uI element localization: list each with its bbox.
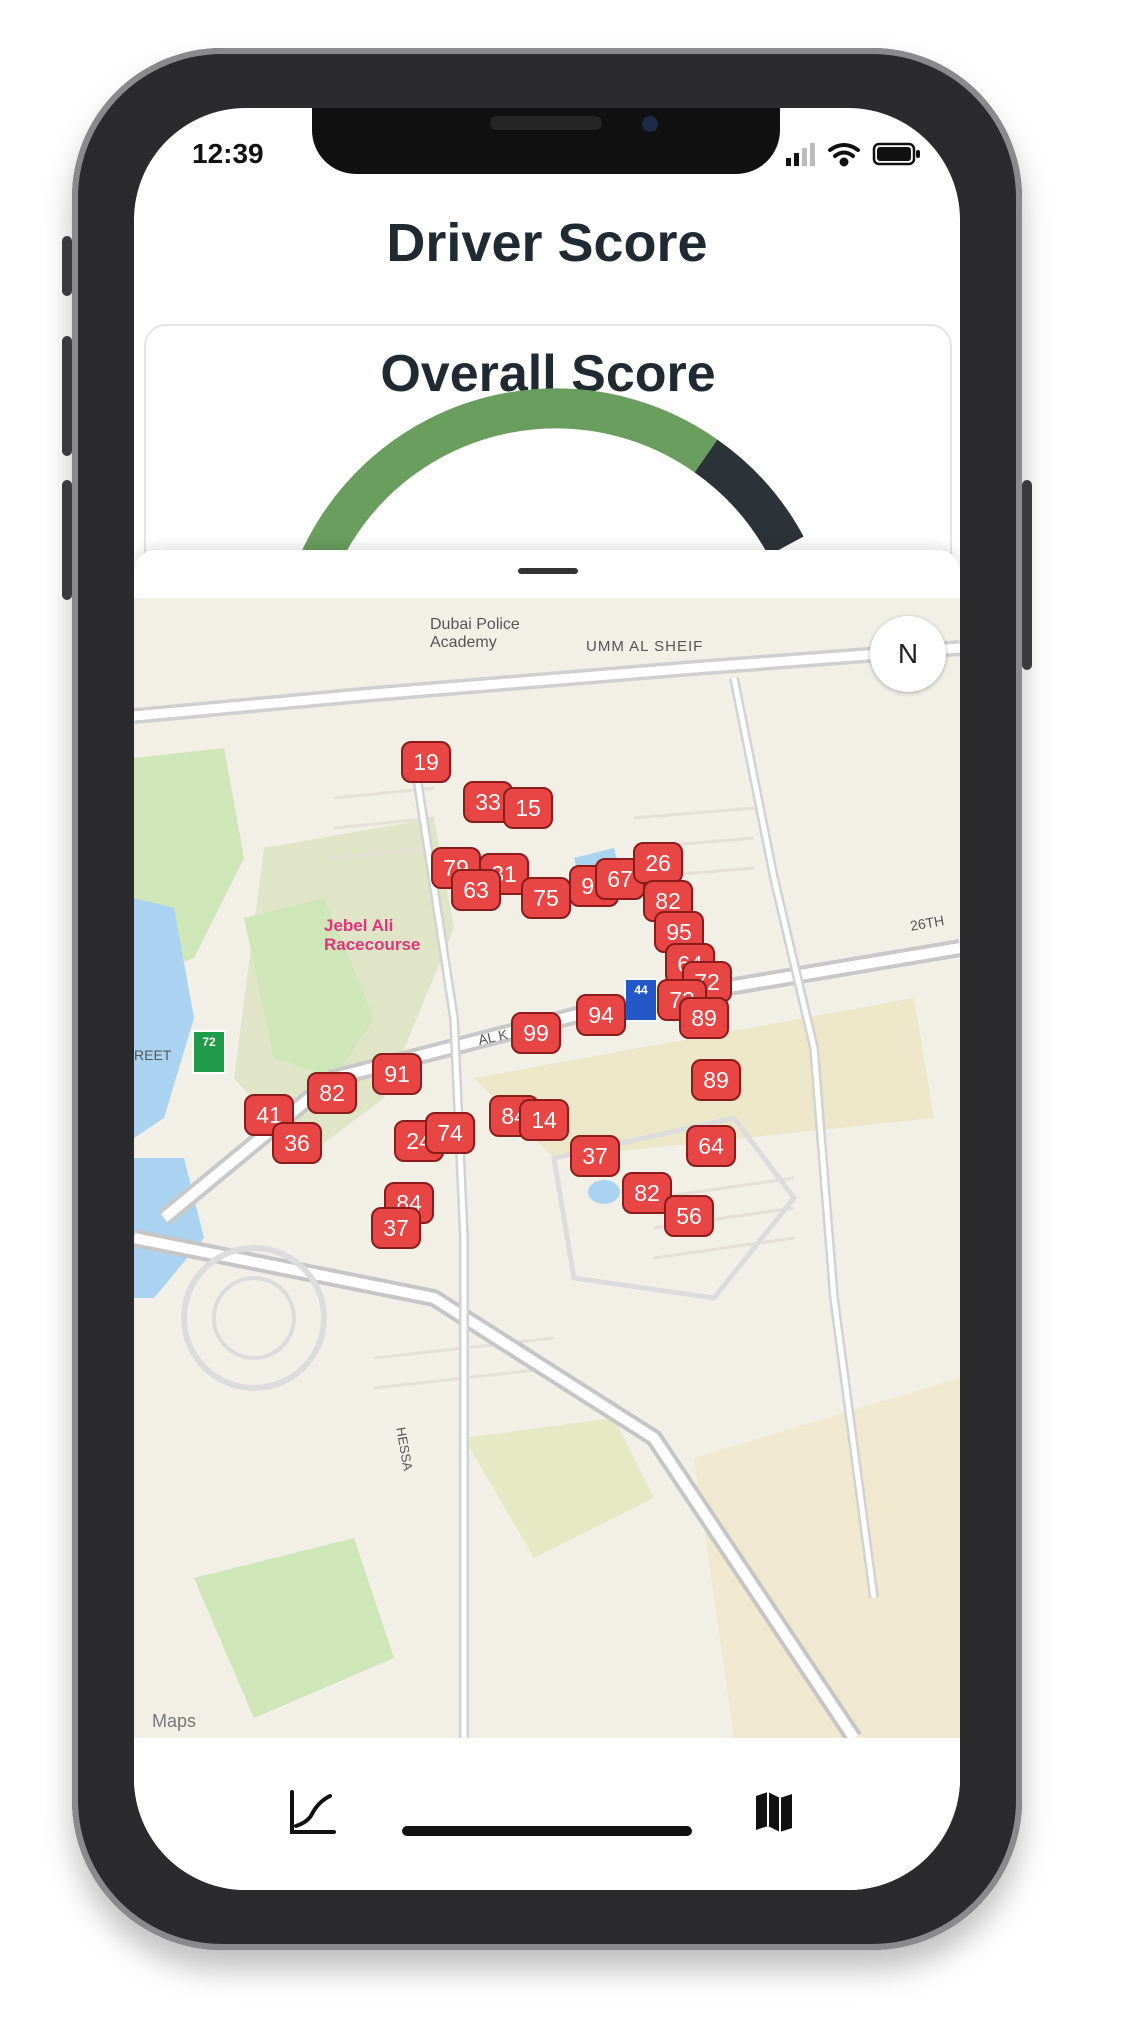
map-icon[interactable] [744, 1782, 804, 1842]
score-marker[interactable]: 75 [521, 877, 571, 919]
map-background [134, 640, 960, 1738]
score-marker[interactable]: 15 [503, 787, 553, 829]
label-racecourse[interactable]: Jebel Ali Racecourse [324, 916, 420, 954]
score-marker[interactable]: 91 [372, 1053, 422, 1095]
score-marker[interactable]: 26 [633, 842, 683, 884]
map-sheet[interactable]: Dubai Police Academy UMM AL SHEIF Jebel … [134, 550, 960, 1890]
score-marker[interactable]: 37 [371, 1207, 421, 1249]
volume-up-button [62, 336, 72, 456]
score-marker[interactable]: 19 [401, 741, 451, 783]
status-time: 12:39 [192, 138, 264, 169]
label-police-academy: Dubai Police Academy [430, 616, 520, 651]
signal-icon [786, 143, 815, 166]
sheet-grabber[interactable] [518, 568, 578, 574]
page-title: Driver Score [386, 213, 708, 273]
score-marker[interactable]: 37 [570, 1135, 620, 1177]
volume-down-button [62, 480, 72, 600]
score-marker[interactable]: 74 [425, 1112, 475, 1154]
shield-d72: 72 [192, 1030, 226, 1074]
score-marker[interactable]: 94 [576, 994, 626, 1036]
label-reet: REET [134, 1047, 172, 1063]
score-marker[interactable]: 89 [691, 1059, 741, 1101]
tab-bar [134, 1738, 960, 1890]
front-camera [642, 116, 658, 132]
compass-button[interactable]: N [870, 616, 946, 692]
mute-switch [62, 236, 72, 296]
score-marker[interactable]: 36 [272, 1122, 322, 1164]
score-marker[interactable]: 64 [686, 1125, 736, 1167]
maps-attribution: Maps [152, 1711, 197, 1731]
trip-map[interactable]: Dubai Police Academy UMM AL SHEIF Jebel … [134, 598, 960, 1738]
shield-e44: 44 [624, 978, 658, 1022]
label-umm-al-sheif: UMM AL SHEIF [586, 638, 704, 655]
line-chart-icon[interactable] [282, 1782, 342, 1842]
wifi-icon [828, 143, 860, 167]
screen: 12:39 Driver Score Overall Score Dubai P… [134, 108, 960, 1890]
score-marker[interactable]: 99 [511, 1012, 561, 1054]
score-marker[interactable]: 63 [451, 869, 501, 911]
battery-icon [872, 142, 920, 166]
notch [312, 108, 780, 174]
score-marker[interactable]: 56 [664, 1195, 714, 1237]
home-indicator[interactable] [402, 1826, 692, 1836]
speaker-grille [490, 116, 602, 130]
power-button [1022, 480, 1032, 670]
score-marker[interactable]: 82 [307, 1072, 357, 1114]
score-marker[interactable]: 14 [519, 1099, 569, 1141]
score-marker[interactable]: 89 [679, 997, 729, 1039]
status-icons [786, 142, 920, 167]
